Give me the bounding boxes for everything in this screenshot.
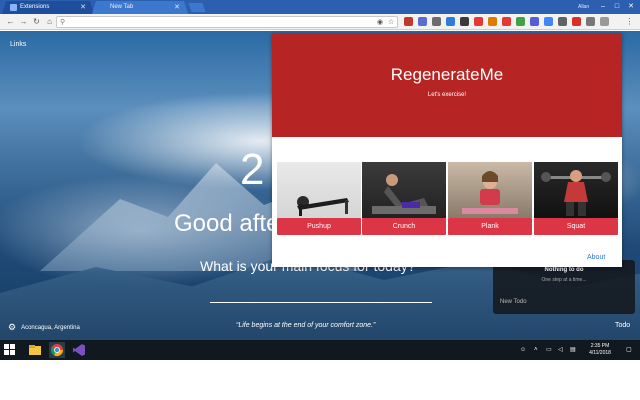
windows-start-icon[interactable]	[4, 344, 16, 356]
popup-header: RegenerateMe Let's exercise!	[272, 33, 622, 137]
tab-new-tab[interactable]: New Tab ✕	[92, 1, 188, 14]
taskbar-clock[interactable]: 2:35 PM 4/11/2018	[580, 343, 620, 357]
tray-up-icon[interactable]: ˄	[534, 340, 538, 360]
extension-icon[interactable]	[502, 17, 511, 26]
menu-icon[interactable]: ⋮	[624, 14, 635, 30]
close-window-icon[interactable]: ✕	[624, 0, 638, 14]
taskbar: ☺ ˄ ▭ ◁ ▤ 2:35 PM 4/11/2018 ▢	[0, 340, 640, 360]
exercise-card-crunch[interactable]: Crunch	[362, 162, 446, 235]
date-text: 4/11/2018	[589, 350, 611, 356]
reload-icon[interactable]: ↻	[31, 14, 42, 30]
about-link[interactable]: About	[587, 254, 605, 261]
search-icon: ⚲	[60, 19, 66, 26]
extension-icon[interactable]	[600, 17, 609, 26]
crunch-photo	[362, 162, 446, 218]
extension-icon[interactable]	[558, 17, 567, 26]
squat-button[interactable]: Squat	[534, 218, 618, 235]
time-text: 2:35 PM	[590, 343, 610, 349]
home-icon[interactable]: ⌂	[44, 14, 55, 30]
extension-icon[interactable]	[516, 17, 525, 26]
network-icon[interactable]: ▭	[546, 340, 552, 360]
exercise-card-plank[interactable]: Plank	[448, 162, 532, 235]
extension-icon[interactable]	[418, 17, 427, 26]
extension-icon[interactable]	[488, 17, 497, 26]
extension-icon[interactable]	[446, 17, 455, 26]
address-bar[interactable]: ⚲ ◉ ☆	[56, 16, 398, 28]
keyboard-icon[interactable]: ▤	[570, 340, 576, 360]
close-icon[interactable]: ✕	[80, 1, 86, 14]
tab-strip: Extensions ✕ New Tab ✕ Allan – □ ✕	[0, 0, 640, 14]
extension-icon[interactable]	[544, 17, 553, 26]
popup-subtitle: Let's exercise!	[427, 92, 467, 98]
close-icon[interactable]: ✕	[174, 1, 180, 14]
exercise-card-squat[interactable]: Squat	[534, 162, 618, 235]
bookmark-star-icon[interactable]: ☆	[388, 17, 394, 28]
exercise-card-pushup[interactable]: Pushup	[277, 162, 361, 235]
links-button[interactable]: Links	[10, 41, 26, 48]
plank-photo	[448, 162, 532, 218]
visual-studio-icon[interactable]	[71, 342, 87, 358]
location-text: Aconcagua, Argentina	[21, 325, 80, 332]
todo-empty-title: Nothing to do	[544, 267, 584, 273]
todo-panel: Nothing to do One step at a time... New …	[493, 260, 635, 314]
todo-button[interactable]: Todo	[615, 322, 630, 329]
extension-icon[interactable]	[572, 17, 581, 26]
new-tab-button[interactable]	[188, 3, 206, 12]
gear-icon[interactable]: ⚙	[8, 322, 16, 332]
extension-icon[interactable]	[460, 17, 469, 26]
clock: 2	[240, 145, 265, 194]
minimize-icon[interactable]: –	[596, 0, 610, 14]
forward-icon[interactable]: →	[18, 14, 29, 30]
extension-icon[interactable]	[432, 17, 441, 26]
tab-title: New Tab	[110, 4, 134, 10]
extension-icon[interactable]	[474, 17, 483, 26]
record-icon[interactable]: ◉	[377, 17, 383, 28]
maximize-icon[interactable]: □	[610, 0, 624, 14]
pushup-photo	[277, 162, 361, 218]
people-icon[interactable]: ☺	[520, 340, 526, 360]
new-todo-input[interactable]: New Todo	[500, 299, 527, 305]
extension-icon[interactable]	[530, 17, 539, 26]
crunch-button[interactable]: Crunch	[362, 218, 446, 235]
photo-location[interactable]: ⚙ Aconcagua, Argentina	[8, 322, 80, 333]
extension-popup: RegenerateMe Let's exercise! Pushup Crun…	[272, 33, 622, 267]
todo-empty-sub: One step at a time...	[541, 277, 587, 283]
plank-button[interactable]: Plank	[448, 218, 532, 235]
profile-name[interactable]: Allan	[578, 0, 589, 14]
screen: Extensions ✕ New Tab ✕ Allan – □ ✕ ← → ↻…	[0, 0, 640, 360]
pushup-button[interactable]: Pushup	[277, 218, 361, 235]
browser-toolbar: ← → ↻ ⌂ ⚲ ◉ ☆ ⋮	[0, 14, 640, 30]
chrome-icon[interactable]	[49, 342, 65, 358]
squat-photo	[534, 162, 618, 218]
extension-icon[interactable]	[404, 17, 413, 26]
quote: “Life begins at the end of your comfort …	[236, 322, 376, 329]
file-explorer-icon[interactable]	[27, 342, 43, 358]
puzzle-icon	[10, 4, 17, 11]
back-icon[interactable]: ←	[5, 14, 16, 30]
tab-title: Extensions	[20, 4, 50, 10]
focus-input[interactable]	[210, 302, 432, 303]
notifications-icon[interactable]: ▢	[626, 340, 632, 360]
extension-icon[interactable]	[586, 17, 595, 26]
tab-extensions[interactable]: Extensions ✕	[2, 1, 94, 14]
popup-title: RegenerateMe	[390, 65, 504, 84]
volume-icon[interactable]: ◁	[558, 340, 563, 360]
greeting: Good afte	[174, 210, 280, 237]
